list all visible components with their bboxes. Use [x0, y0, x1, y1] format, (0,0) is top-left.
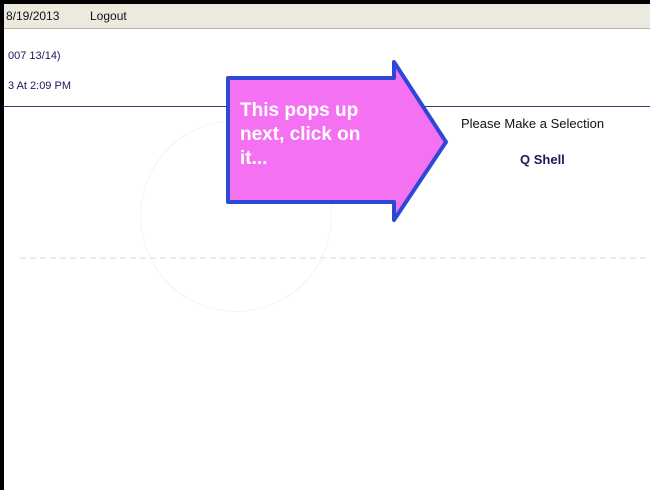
info-line-session: 007 13/14)	[8, 50, 61, 62]
header-date: 8/19/2013	[6, 9, 60, 23]
info-line-timestamp: 3 At 2:09 PM	[8, 80, 71, 92]
dashed-separator	[20, 257, 646, 260]
logout-link[interactable]: Logout	[90, 9, 127, 23]
top-bar: 8/19/2013 Logout	[4, 4, 650, 29]
callout-text: This pops up next, click on it...	[240, 100, 361, 169]
callout-arrow: This pops up next, click on it...	[222, 56, 454, 226]
q-shell-link[interactable]: Q Shell	[520, 152, 565, 167]
selection-prompt: Please Make a Selection	[461, 116, 605, 131]
